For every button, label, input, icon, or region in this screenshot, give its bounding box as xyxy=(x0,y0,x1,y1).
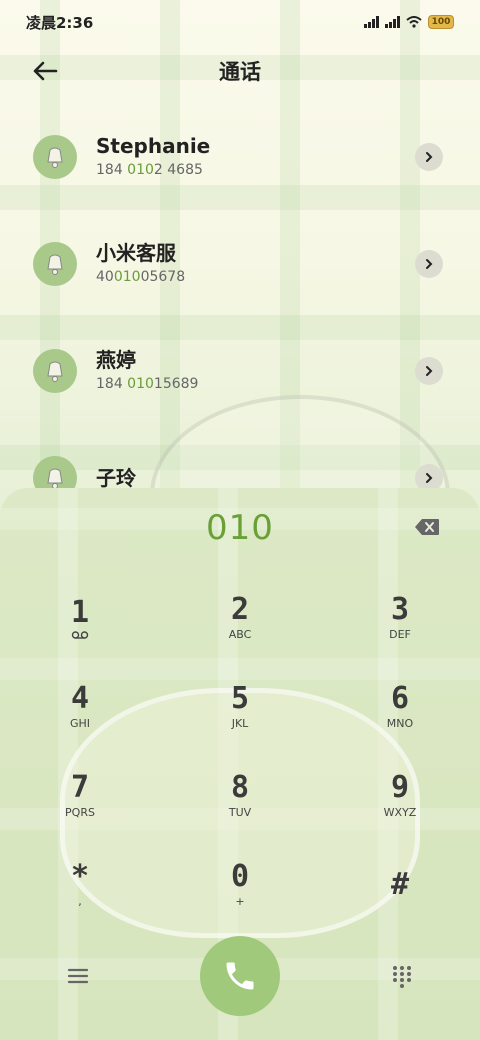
voicemail-icon xyxy=(71,631,89,639)
key-hash[interactable]: # xyxy=(350,850,450,920)
contact-name: 小米客服 xyxy=(96,241,176,265)
status-time: 凌晨2:36 xyxy=(26,13,94,32)
page-title: 通话 xyxy=(219,60,261,84)
call-button[interactable] xyxy=(200,936,280,1016)
menu-icon[interactable] xyxy=(66,966,90,986)
contact-name: 燕婷 xyxy=(96,348,136,372)
key-3[interactable]: 3 DEF xyxy=(350,583,450,653)
avatar xyxy=(33,135,77,179)
avatar xyxy=(33,349,77,393)
status-bar: 凌晨2:36 100 xyxy=(0,0,480,44)
backspace-icon[interactable] xyxy=(414,518,440,536)
signal-icon xyxy=(364,16,379,28)
key-7[interactable]: 7 PQRS xyxy=(30,761,130,831)
key-4[interactable]: 4 GHI xyxy=(30,672,130,742)
bell-icon xyxy=(47,147,63,168)
dialed-number: 010 xyxy=(206,508,274,548)
signal-icon-2 xyxy=(385,16,400,28)
key-1[interactable]: 1 xyxy=(30,583,130,653)
contact-name: Stephanie xyxy=(96,134,211,158)
status-icons: 100 xyxy=(364,15,454,29)
avatar xyxy=(33,242,77,286)
battery-icon: 100 xyxy=(428,15,454,29)
key-2[interactable]: 2 ABC xyxy=(190,583,290,653)
contact-item[interactable]: 燕婷 184 01015689 xyxy=(0,326,480,416)
key-5[interactable]: 5 JKL xyxy=(190,672,290,742)
battery-level: 100 xyxy=(431,17,451,27)
key-9[interactable]: 9 WXYZ xyxy=(350,761,450,831)
chevron-right-icon xyxy=(426,366,433,376)
header: 通话 xyxy=(0,44,480,98)
chevron-right-icon xyxy=(426,152,433,162)
bell-icon xyxy=(47,254,63,275)
contact-item[interactable]: 小米客服 4001005678 xyxy=(0,219,480,309)
contact-number: 4001005678 xyxy=(96,269,186,285)
bell-icon xyxy=(47,361,63,382)
contact-detail-button[interactable] xyxy=(415,357,443,385)
dialpad-bottom-bar xyxy=(0,936,480,1016)
contact-item[interactable]: Stephanie 184 0102 4685 xyxy=(0,112,480,202)
dialpad-panel: 010 1 2 ABC 3 DEF 4 GHI 5 JKL 6 MNO 7 PQ… xyxy=(0,488,480,1040)
key-6[interactable]: 6 MNO xyxy=(350,672,450,742)
wifi-icon xyxy=(406,16,422,28)
key-star[interactable]: * , xyxy=(30,850,130,920)
contact-number: 184 01015689 xyxy=(96,376,199,392)
contact-number: 184 0102 4685 xyxy=(96,162,203,178)
key-0[interactable]: 0 + xyxy=(190,850,290,920)
dialpad-grid-icon[interactable] xyxy=(390,964,414,988)
chevron-right-icon xyxy=(426,259,433,269)
phone-icon xyxy=(226,962,254,990)
key-8[interactable]: 8 TUV xyxy=(190,761,290,831)
contact-detail-button[interactable] xyxy=(415,250,443,278)
chevron-right-icon xyxy=(426,473,433,483)
contact-detail-button[interactable] xyxy=(415,143,443,171)
arrow-left-icon[interactable] xyxy=(30,56,60,86)
